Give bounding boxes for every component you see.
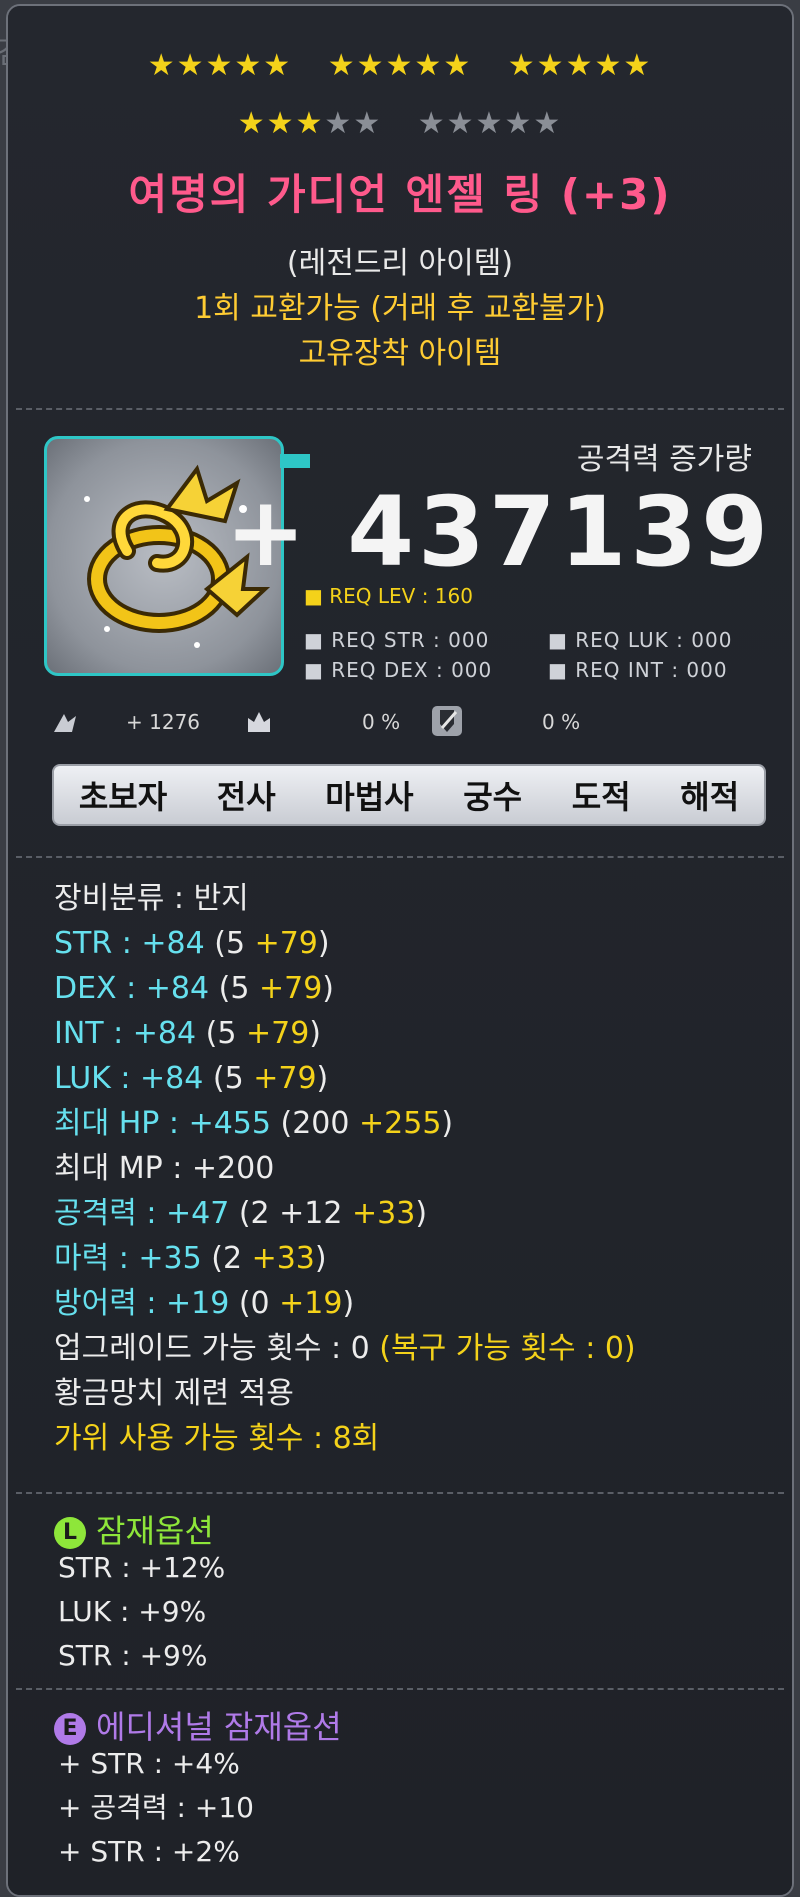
ignore-defense-icon	[432, 706, 462, 736]
equip-category: 장비분류 : 반지	[54, 881, 249, 916]
req-int: ■ REQ INT : 000	[548, 658, 728, 682]
divider	[16, 408, 784, 410]
potential-line: STR : +9%	[58, 1639, 208, 1672]
star-force-row-2: ★★★★★ ★★★★★	[8, 106, 792, 141]
attack-increase-label: 공격력 증가량	[576, 442, 752, 477]
star-force-row-1: ★★★★★ ★★★★★ ★★★★★	[8, 48, 792, 83]
upgrade-slots: 업그레이드 가능 횟수 : 0 (복구 가능 횟수 : 0)	[54, 1331, 636, 1366]
stat-str: STR : +84 (5 +79)	[54, 926, 330, 961]
req-dex: ■ REQ DEX : 000	[304, 658, 493, 682]
req-luk: ■ REQ LUK : 000	[548, 628, 733, 652]
additional-potential-line: + STR : +4%	[58, 1747, 240, 1780]
scissors-uses: 가위 사용 가능 횟수 : 8회	[54, 1421, 380, 1456]
divider	[16, 856, 784, 858]
legendary-grade-icon: L	[54, 1517, 86, 1549]
stat-defense: 방어력 : +19 (0 +19)	[54, 1286, 355, 1321]
job-archer: 궁수	[463, 778, 523, 816]
job-pirate: 해적	[680, 778, 740, 816]
star-group-1: ★★★★★	[147, 48, 293, 83]
stat-int: INT : +84 (5 +79)	[54, 1016, 322, 1051]
stat-max-mp: 최대 MP : +200	[54, 1151, 275, 1186]
stat-attack: 공격력 : +47 (2 +12 +33)	[54, 1196, 428, 1231]
additional-potential-line: + 공격력 : +10	[58, 1791, 254, 1824]
req-level: ■ REQ LEV : 160	[304, 584, 473, 608]
mini-value-1: + 1276	[126, 710, 201, 734]
job-thief: 도적	[571, 778, 631, 816]
job-requirement-bar: 초보자 전사 마법사 궁수 도적 해적	[52, 764, 766, 826]
mini-value-2: 0 %	[362, 710, 401, 734]
potential-title: 잠재옵션	[96, 1512, 214, 1550]
star-group-5: ★★★★★	[417, 106, 563, 141]
divider	[16, 1688, 784, 1690]
star-group-4: ★★★★★	[237, 106, 383, 141]
req-str: ■ REQ STR : 000	[304, 628, 490, 652]
item-name: 여명의 가디언 엔젤 링 (+3)	[128, 170, 672, 219]
epic-grade-icon: E	[54, 1713, 86, 1745]
stat-luk: LUK : +84 (5 +79)	[54, 1061, 329, 1096]
stat-max-hp: 최대 HP : +455 (200 +255)	[54, 1106, 454, 1141]
potential-line: STR : +12%	[58, 1551, 226, 1584]
stat-dex: DEX : +84 (5 +79)	[54, 971, 335, 1006]
job-magician: 마법사	[325, 778, 414, 816]
star-group-3: ★★★★★	[507, 48, 653, 83]
item-trade-status: 1회 교환가능 (거래 후 교환불가)	[194, 291, 606, 326]
additional-potential-lines: + STR : +4% + 공격력 : +10 + STR : +2%	[58, 1742, 254, 1874]
item-stats: 장비분류 : 반지 STR : +84 (5 +79) DEX : +84 (5…	[54, 876, 636, 1461]
divider	[16, 1492, 784, 1494]
stat-magic-attack: 마력 : +35 (2 +33)	[54, 1241, 327, 1276]
job-beginner: 초보자	[78, 778, 168, 816]
item-tooltip: ★★★★★ ★★★★★ ★★★★★ ★★★★★ ★★★★★ 여명의 가디언 엔젤…	[6, 4, 794, 1897]
star-group-2: ★★★★★	[327, 48, 473, 83]
boss-icon	[244, 706, 274, 736]
additional-potential-title: 에디셔널 잠재옵션	[96, 1708, 342, 1746]
golden-hammer-applied: 황금망치 제련 적용	[54, 1376, 294, 1411]
mini-value-3: 0 %	[542, 710, 581, 734]
item-rarity: (레전드리 아이템)	[286, 246, 514, 281]
item-icon-tab	[280, 454, 310, 468]
upgrade-icon	[50, 708, 80, 738]
attack-increase-value: + 437139	[225, 476, 772, 588]
item-unique-equip: 고유장착 아이템	[298, 336, 502, 371]
job-warrior: 전사	[216, 778, 276, 816]
additional-potential-line: + STR : +2%	[58, 1835, 240, 1868]
potential-line: LUK : +9%	[58, 1595, 207, 1628]
potential-lines: STR : +12% LUK : +9% STR : +9%	[58, 1546, 225, 1678]
